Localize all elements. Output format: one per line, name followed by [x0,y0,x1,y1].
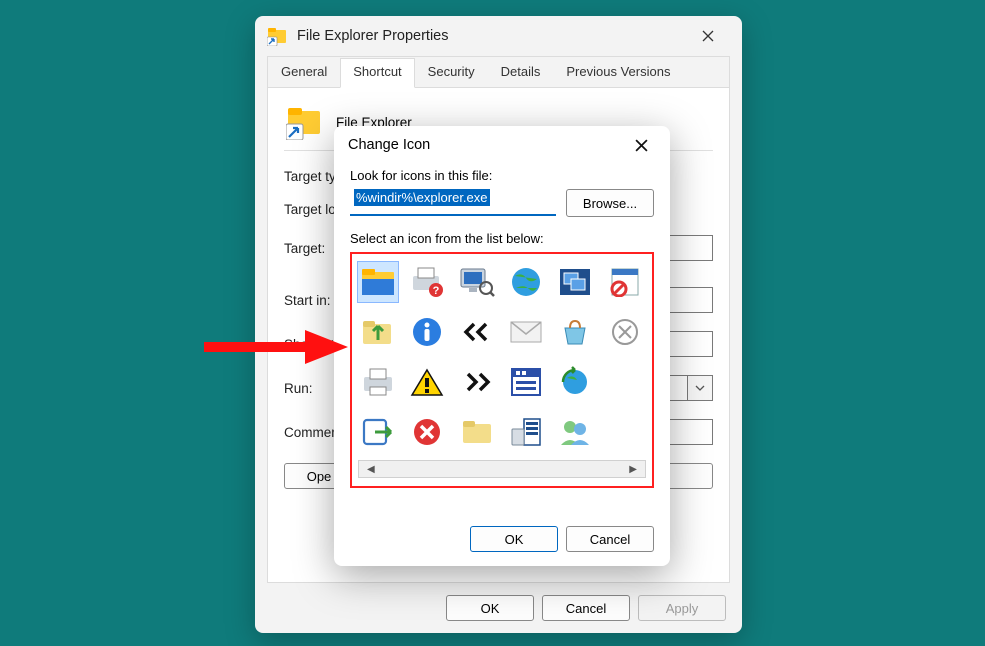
properties-title: File Explorer Properties [297,28,449,44]
tab-details[interactable]: Details [488,58,554,88]
change-icon-close-button[interactable] [627,135,656,156]
tab-previous-versions[interactable]: Previous Versions [553,58,683,88]
properties-close-button[interactable] [686,16,730,56]
properties-footer: OK Cancel Apply [255,583,742,633]
run-dropdown-button[interactable] [687,375,713,401]
icon-path-input[interactable]: %windir%\explorer.exe [350,190,556,216]
icon-globe[interactable] [506,262,546,302]
scroll-left-icon[interactable]: ◀ [361,464,381,475]
folder-shortcut-large-icon [286,104,322,140]
tab-security[interactable]: Security [415,58,488,88]
icon-logoff[interactable] [358,412,398,452]
select-icon-label: Select an icon from the list below: [350,231,654,246]
folder-shortcut-icon [267,26,287,46]
change-icon-title: Change Icon [348,137,430,153]
icon-envelope[interactable] [506,312,546,352]
icon-empty [605,362,645,402]
icon-warning[interactable] [407,362,447,402]
svg-text:?: ? [433,285,440,297]
tabstrip: General Shortcut Security Details Previo… [268,57,729,87]
icon-printer-question[interactable]: ? [407,262,447,302]
properties-titlebar: File Explorer Properties [255,16,742,56]
scroll-right-icon[interactable]: ▶ [623,464,643,475]
icon-app-window[interactable] [506,362,546,402]
properties-apply-button[interactable]: Apply [638,595,726,621]
tab-general[interactable]: General [268,58,340,88]
properties-cancel-button[interactable]: Cancel [542,595,630,621]
icon-server-list[interactable] [506,412,546,452]
icon-error[interactable] [407,412,447,452]
icon-folder-up[interactable] [358,312,398,352]
icon-empty-2 [605,412,645,452]
icon-chevrons-left[interactable] [457,312,497,352]
icon-computer-search[interactable] [457,262,497,302]
icon-folder-open[interactable] [358,262,398,302]
icon-path-value: %windir%\explorer.exe [354,189,490,206]
icon-grid-scrollbar[interactable]: ◀ ▶ [358,460,646,478]
browse-button[interactable]: Browse... [566,189,654,217]
change-icon-cancel-button[interactable]: Cancel [566,526,654,552]
icon-folder[interactable] [457,412,497,452]
change-icon-dialog: Change Icon Look for icons in this file:… [334,126,670,566]
icon-globe-refresh[interactable] [555,362,595,402]
icon-grid: ? [350,252,654,488]
properties-ok-button[interactable]: OK [446,595,534,621]
icon-printer[interactable] [358,362,398,402]
icon-page-blocked[interactable] [605,262,645,302]
icon-chevrons-right[interactable] [457,362,497,402]
icon-cancel-circle[interactable] [605,312,645,352]
change-icon-ok-button[interactable]: OK [470,526,558,552]
icon-shopping-bag[interactable] [555,312,595,352]
look-for-icons-label: Look for icons in this file: [350,168,654,183]
icon-users[interactable] [555,412,595,452]
icon-windows-stack[interactable] [555,262,595,302]
change-icon-titlebar: Change Icon [334,126,670,164]
icon-info[interactable] [407,312,447,352]
change-icon-footer: OK Cancel [334,514,670,566]
tab-shortcut[interactable]: Shortcut [340,58,414,88]
